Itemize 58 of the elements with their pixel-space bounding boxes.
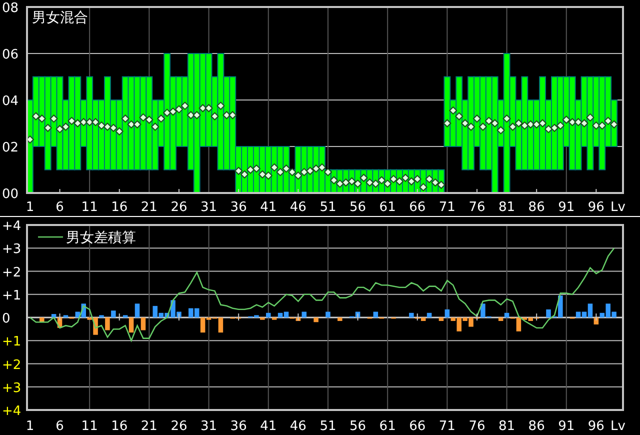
axis-label: 46 [290, 419, 306, 434]
axis-label: 81 [498, 419, 516, 434]
axis-label: 61 [379, 200, 396, 215]
axis-label: 04 [2, 94, 19, 109]
legend-label: 男女差積算 [66, 230, 136, 246]
axis-label: 51 [320, 419, 336, 434]
axis-label: 06 [2, 48, 19, 62]
axis-label: +3 [2, 380, 22, 396]
axis-label: 11 [81, 200, 98, 215]
axis-label: 81 [498, 200, 516, 215]
axis-title: Lv [610, 419, 626, 434]
axis-label: 91 [558, 419, 575, 434]
axis-label: 26 [170, 419, 188, 434]
axis-label: 31 [200, 200, 218, 215]
axis-label: 6 [56, 200, 64, 215]
axis-label: 56 [350, 419, 366, 434]
axis-title: Lv [610, 200, 626, 215]
chart-title: 男女混合 [32, 10, 88, 26]
axis-label: +4 [2, 404, 22, 419]
axis-label: 11 [81, 419, 98, 434]
axis-label: +1 [2, 334, 22, 350]
axis-label: 16 [111, 200, 128, 215]
axis-label: 46 [290, 200, 306, 215]
axis-label: 16 [111, 419, 128, 434]
axis-label: 76 [468, 419, 486, 434]
axis-label: +4 [2, 219, 22, 234]
axis-label: 96 [588, 419, 604, 434]
axis-label: 21 [140, 419, 158, 434]
axis-label: 61 [379, 419, 396, 434]
axis-label: 66 [409, 419, 426, 434]
axis-label: 51 [320, 200, 336, 215]
axis-label: 1 [26, 200, 34, 215]
axis-label: +2 [2, 265, 22, 280]
axis-label: 36 [230, 200, 247, 215]
axis-label: 08 [2, 1, 19, 16]
axis-label: +2 [2, 358, 22, 373]
axis-label: 41 [260, 200, 277, 215]
axis-label: 76 [468, 200, 486, 215]
axis-label: 26 [170, 200, 188, 215]
axis-label: 71 [438, 200, 456, 215]
axis-label: +3 [2, 242, 22, 258]
axis-label: 41 [260, 419, 277, 434]
axis-label: 86 [528, 419, 545, 434]
axis-label: 56 [350, 200, 366, 215]
axis-label: 31 [200, 419, 218, 434]
axis-label: 91 [558, 200, 575, 215]
axis-label: 96 [588, 200, 604, 215]
axis-label: 71 [438, 419, 456, 434]
axis-label: 66 [409, 200, 426, 215]
axis-label: 0 [2, 312, 10, 326]
axis-label: 6 [56, 419, 64, 434]
axis-label: 02 [2, 140, 19, 156]
axis-label: +1 [2, 288, 22, 304]
axis-label: 1 [26, 419, 34, 434]
axis-label: 36 [230, 419, 247, 434]
axis-label: 86 [528, 200, 545, 215]
axis-label: 21 [140, 200, 158, 215]
axis-label: 00 [2, 187, 19, 202]
